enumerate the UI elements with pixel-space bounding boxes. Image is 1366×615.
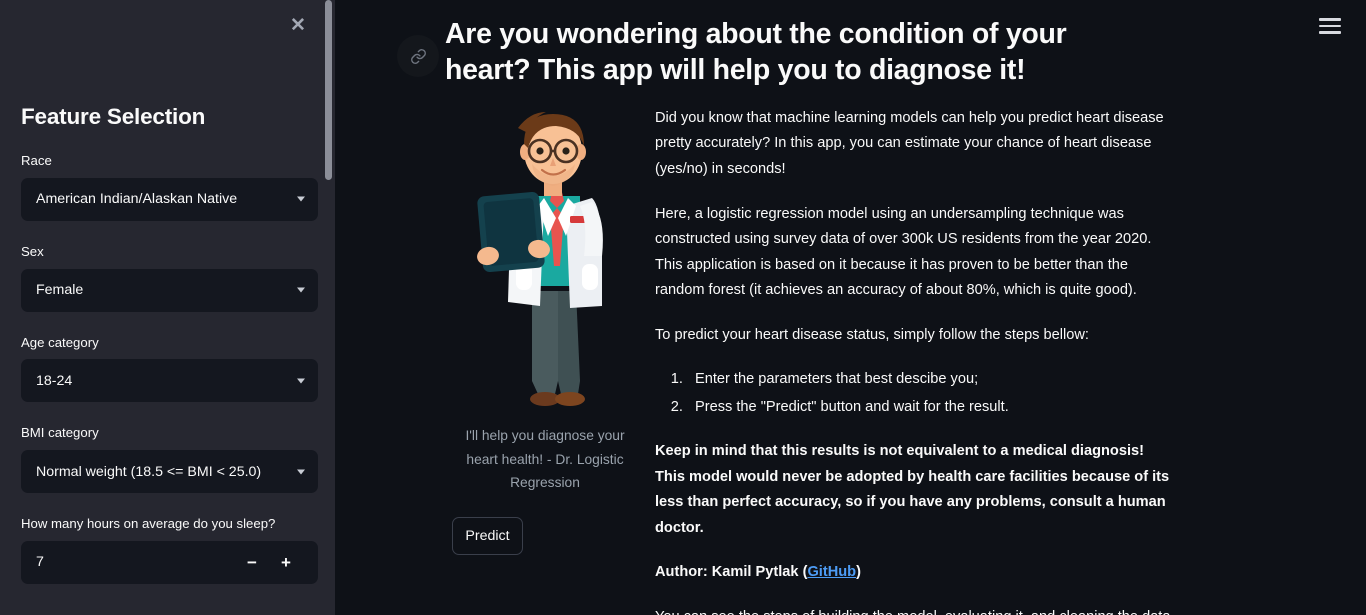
- chevron-down-icon: [297, 287, 305, 293]
- sidebar-scrollbar-thumb[interactable]: [325, 0, 332, 180]
- link-anchor-icon[interactable]: [397, 35, 439, 77]
- field-sleep-hours: How many hours on average do you sleep? …: [21, 514, 318, 584]
- intro-paragraph: Did you know that machine learning model…: [655, 109, 1164, 177]
- content-columns: I'll help you diagnose your heart health…: [445, 106, 1366, 615]
- app-root: ✕ Feature Selection Race American Indian…: [0, 0, 1366, 615]
- repo-prefix: You can see the steps of building the mo…: [655, 609, 1170, 615]
- repo-paragraph: You can see the steps of building the mo…: [655, 605, 1175, 615]
- predict-button[interactable]: Predict: [452, 517, 523, 556]
- field-label-sex: Sex: [21, 243, 44, 259]
- author-suffix: ): [856, 564, 861, 581]
- chevron-down-icon: [297, 469, 305, 475]
- main-content: Are you wondering about the condition of…: [335, 0, 1366, 615]
- page-body: Are you wondering about the condition of…: [335, 0, 1366, 615]
- sex-select-value: Female: [36, 282, 84, 299]
- bmi-category-select-value: Normal weight (18.5 <= BMI < 25.0): [36, 463, 262, 480]
- sex-select[interactable]: Female: [21, 268, 318, 312]
- chevron-down-icon: [297, 196, 305, 202]
- model-paragraph: Here, a logistic regression model using …: [655, 205, 1152, 299]
- doctor-illustration: [445, 106, 645, 416]
- steps-intro-paragraph: To predict your heart disease status, si…: [655, 326, 1089, 343]
- sleep-hours-input[interactable]: 7: [36, 554, 235, 570]
- age-category-select-value: 18-24: [36, 372, 73, 389]
- field-label-sleep-hours: How many hours on average do you sleep?: [21, 516, 276, 532]
- steps-list: Enter the parameters that best descibe y…: [655, 367, 1175, 420]
- doctor-caption: I'll help you diagnose your heart health…: [465, 427, 625, 491]
- field-race: Race American Indian/Alaskan Native: [21, 151, 318, 221]
- bmi-category-select[interactable]: Normal weight (18.5 <= BMI < 25.0): [21, 450, 318, 494]
- age-category-select[interactable]: 18-24: [21, 359, 318, 403]
- field-label-race: Race: [21, 153, 52, 168]
- author-paragraph: Author: Kamil Pytlak (GitHub): [655, 560, 1175, 586]
- sidebar-content: Feature Selection Race American Indian/A…: [0, 104, 335, 584]
- list-item: Press the "Predict" button and wait for …: [687, 395, 1175, 421]
- doctor-column: I'll help you diagnose your heart health…: [445, 106, 645, 615]
- chevron-down-icon: [297, 378, 305, 384]
- field-label-age-category: Age category: [21, 334, 99, 350]
- field-bmi-category: BMI category Normal weight (18.5 <= BMI …: [21, 423, 318, 494]
- field-sex: Sex Female: [21, 242, 318, 312]
- list-item: Enter the parameters that best descibe y…: [687, 367, 1175, 393]
- doctor-image: [477, 111, 603, 406]
- description-column: Did you know that machine learning model…: [645, 106, 1175, 615]
- sleep-hours-increment-button[interactable]: +: [269, 541, 303, 584]
- field-label-bmi-category: BMI category: [21, 425, 99, 441]
- github-profile-link[interactable]: GitHub: [807, 564, 856, 580]
- race-select[interactable]: American Indian/Alaskan Native: [21, 177, 318, 221]
- sidebar: ✕ Feature Selection Race American Indian…: [0, 0, 335, 615]
- author-prefix: Author: Kamil Pytlak (: [655, 564, 808, 581]
- feature-selection-heading: Feature Selection: [21, 104, 206, 129]
- sleep-hours-decrement-button[interactable]: −: [235, 541, 269, 584]
- race-select-value: American Indian/Alaskan Native: [36, 191, 238, 208]
- title-row: Are you wondering about the condition of…: [397, 16, 1366, 89]
- sidebar-scrollbar[interactable]: [325, 0, 332, 615]
- page-title: Are you wondering about the condition of…: [445, 18, 1067, 87]
- warning-paragraph: Keep in mind that this results is not eq…: [655, 443, 1170, 536]
- field-age-category: Age category 18-24: [21, 333, 318, 403]
- sleep-hours-stepper[interactable]: 7 − +: [21, 540, 318, 584]
- sidebar-close-icon[interactable]: ✕: [283, 10, 313, 40]
